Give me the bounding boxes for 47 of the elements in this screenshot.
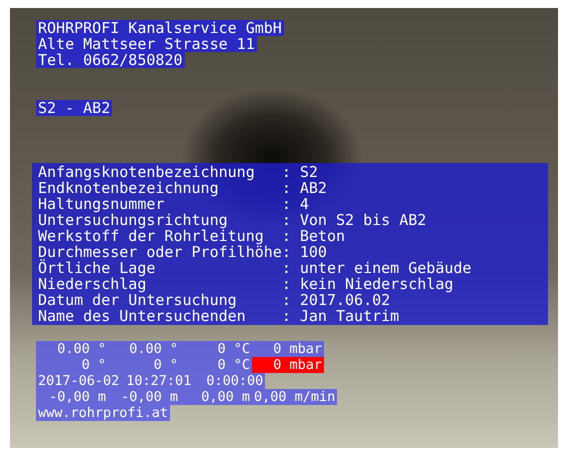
website-url: www.rohrprofi.at: [36, 405, 170, 421]
reading-value: 0 °: [80, 357, 107, 373]
field-separator: :: [282, 260, 292, 276]
field-separator: :: [282, 228, 292, 244]
field-separator: :: [282, 196, 292, 212]
field-value: AB2: [300, 180, 328, 196]
field-value: Jan Tautrim: [300, 308, 400, 324]
field-label: Niederschlag: [38, 276, 146, 292]
reading-value: 0.00 °: [56, 341, 107, 357]
reading-value: 0 mbar: [272, 341, 323, 357]
field-label: Endknotenbezeichnung: [38, 180, 219, 196]
field-separator: :: [282, 308, 292, 324]
reading-value: 0 °: [152, 357, 179, 373]
field-label: Untersuchungsrichtung: [38, 212, 229, 228]
reading-value: 0,00 m/min: [253, 389, 336, 405]
field-value: unter einem Gebäude: [300, 260, 472, 276]
field-separator: :: [282, 212, 292, 228]
section-label: S2 - AB2: [36, 100, 112, 116]
field-separator: :: [282, 292, 292, 308]
field-label: Haltungsnummer: [38, 196, 164, 212]
reading-value: 2017-06-02: [37, 373, 120, 389]
field-separator: :: [282, 244, 292, 260]
reading-value: 0 mbar: [252, 357, 324, 373]
field-label: Datum der Untersuchung: [38, 292, 238, 308]
field-label: Werkstoff der Rohrleitung: [38, 228, 265, 244]
field-label: Durchmesser oder Profilhöhe: [38, 244, 282, 260]
reading-value: 0.00 °: [128, 341, 179, 357]
field-label: Anfangsknotenbezeichnung: [38, 164, 256, 180]
field-value: 2017.06.02: [300, 292, 390, 308]
field-value: S2: [300, 164, 319, 180]
reading-value: -0,00 m: [48, 389, 107, 405]
field-value: kein Niederschlag: [300, 276, 454, 292]
reading-value: 0 °C: [216, 341, 251, 357]
reading-value: -0,00 m: [120, 389, 179, 405]
field-value: Von S2 bis AB2: [300, 212, 428, 228]
reading-value: 0:00:00: [205, 373, 264, 389]
field-label: Örtliche Lage: [38, 260, 156, 276]
reading-value: 0 °C: [216, 357, 251, 373]
reading-value: 10:27:01: [125, 373, 192, 389]
field-value: 100: [300, 244, 328, 260]
field-separator: :: [282, 180, 292, 196]
field-value: 4: [300, 196, 310, 212]
field-separator: :: [282, 276, 292, 292]
field-value: Beton: [300, 228, 346, 244]
reading-value: 0,00 m: [200, 389, 251, 405]
field-separator: :: [282, 164, 292, 180]
field-label: Name des Untersuchenden: [38, 308, 247, 324]
